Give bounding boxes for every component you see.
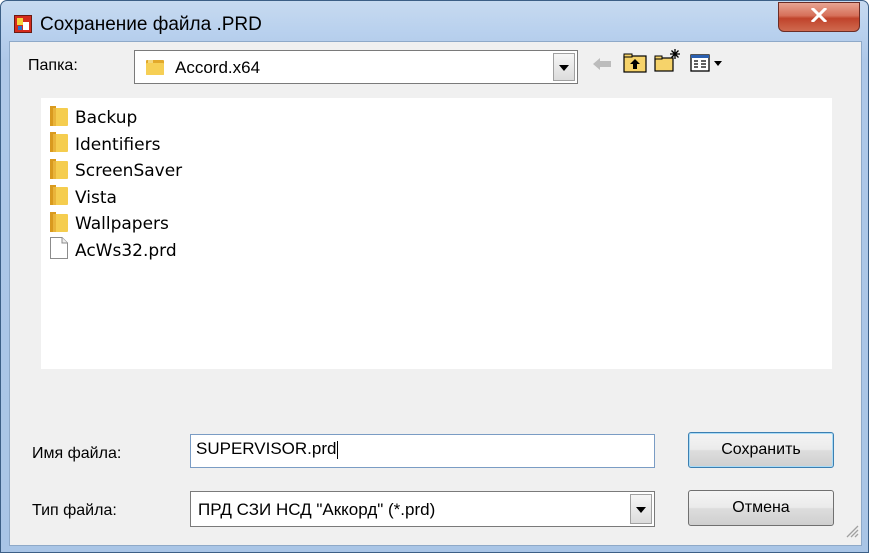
file-name: Wallpapers bbox=[75, 214, 169, 234]
chevron-down-icon bbox=[636, 500, 646, 518]
filetype-combo[interactable]: ПРД СЗИ НСД "Аккорд" (*.prd) bbox=[190, 491, 655, 527]
back-button[interactable] bbox=[587, 51, 617, 81]
file-name: Backup bbox=[75, 108, 138, 128]
filetype-dropdown-button[interactable] bbox=[630, 494, 652, 524]
filetype-label: Тип файла: bbox=[32, 502, 117, 519]
file-name: AcWs32.prd bbox=[75, 240, 177, 261]
folder-icon bbox=[49, 158, 69, 185]
file-list[interactable]: Backup Identifiers ScreenSaver Vista Wallpap… bbox=[41, 98, 832, 369]
close-button[interactable] bbox=[778, 2, 860, 32]
new-folder-button[interactable] bbox=[653, 48, 683, 78]
folder-list-item[interactable]: Backup bbox=[49, 105, 137, 131]
file-icon bbox=[49, 236, 69, 265]
folder-list-item[interactable]: Wallpapers bbox=[49, 211, 169, 237]
resize-grip-icon[interactable] bbox=[845, 524, 859, 543]
folder-icon bbox=[49, 105, 69, 132]
folder-dropdown-button[interactable] bbox=[553, 53, 575, 81]
filename-input[interactable]: SUPERVISOR.prd bbox=[190, 434, 655, 468]
close-x-icon bbox=[810, 6, 828, 27]
window-title: Сохранение файла .PRD bbox=[40, 14, 262, 35]
cancel-button[interactable]: Отмена bbox=[688, 490, 834, 526]
folder-icon bbox=[145, 57, 165, 82]
folder-icon bbox=[49, 131, 69, 158]
folder-value: Accord.x64 bbox=[175, 58, 261, 77]
file-list-item[interactable]: AcWs32.prd bbox=[49, 236, 177, 265]
chevron-down-icon bbox=[559, 58, 569, 76]
save-button[interactable]: Сохранить bbox=[688, 432, 834, 468]
folder-list-item[interactable]: Vista bbox=[49, 185, 117, 211]
filename-value: SUPERVISOR.prd bbox=[196, 439, 337, 458]
folder-icon bbox=[49, 184, 69, 211]
view-menu-icon bbox=[690, 53, 726, 78]
file-name: ScreenSaver bbox=[75, 161, 183, 181]
dialog-body: Папка: Accord.x64 Backup Identifiers Scr… bbox=[9, 41, 862, 546]
save-file-dialog: Сохранение файла .PRD Папка: Accord.x64 bbox=[0, 0, 869, 553]
folder-list-item[interactable]: ScreenSaver bbox=[49, 158, 182, 184]
folder-label: Папка: bbox=[28, 57, 78, 74]
up-folder-icon bbox=[623, 52, 647, 79]
filetype-value: ПРД СЗИ НСД "Аккорд" (*.prd) bbox=[198, 500, 436, 519]
app-icon bbox=[14, 15, 32, 33]
new-folder-icon bbox=[654, 48, 682, 79]
up-folder-button[interactable] bbox=[620, 50, 650, 80]
filename-label: Имя файла: bbox=[32, 445, 122, 462]
folder-list-item[interactable]: Identifiers bbox=[49, 132, 160, 158]
file-name: Vista bbox=[75, 187, 117, 208]
view-menu-button[interactable] bbox=[688, 50, 728, 80]
title-bar[interactable]: Сохранение файла .PRD bbox=[1, 1, 868, 35]
back-arrow-icon bbox=[592, 57, 612, 76]
text-caret bbox=[337, 440, 339, 459]
folder-icon bbox=[49, 211, 69, 238]
file-name: Identifiers bbox=[75, 134, 161, 155]
folder-combo[interactable]: Accord.x64 bbox=[134, 50, 578, 84]
